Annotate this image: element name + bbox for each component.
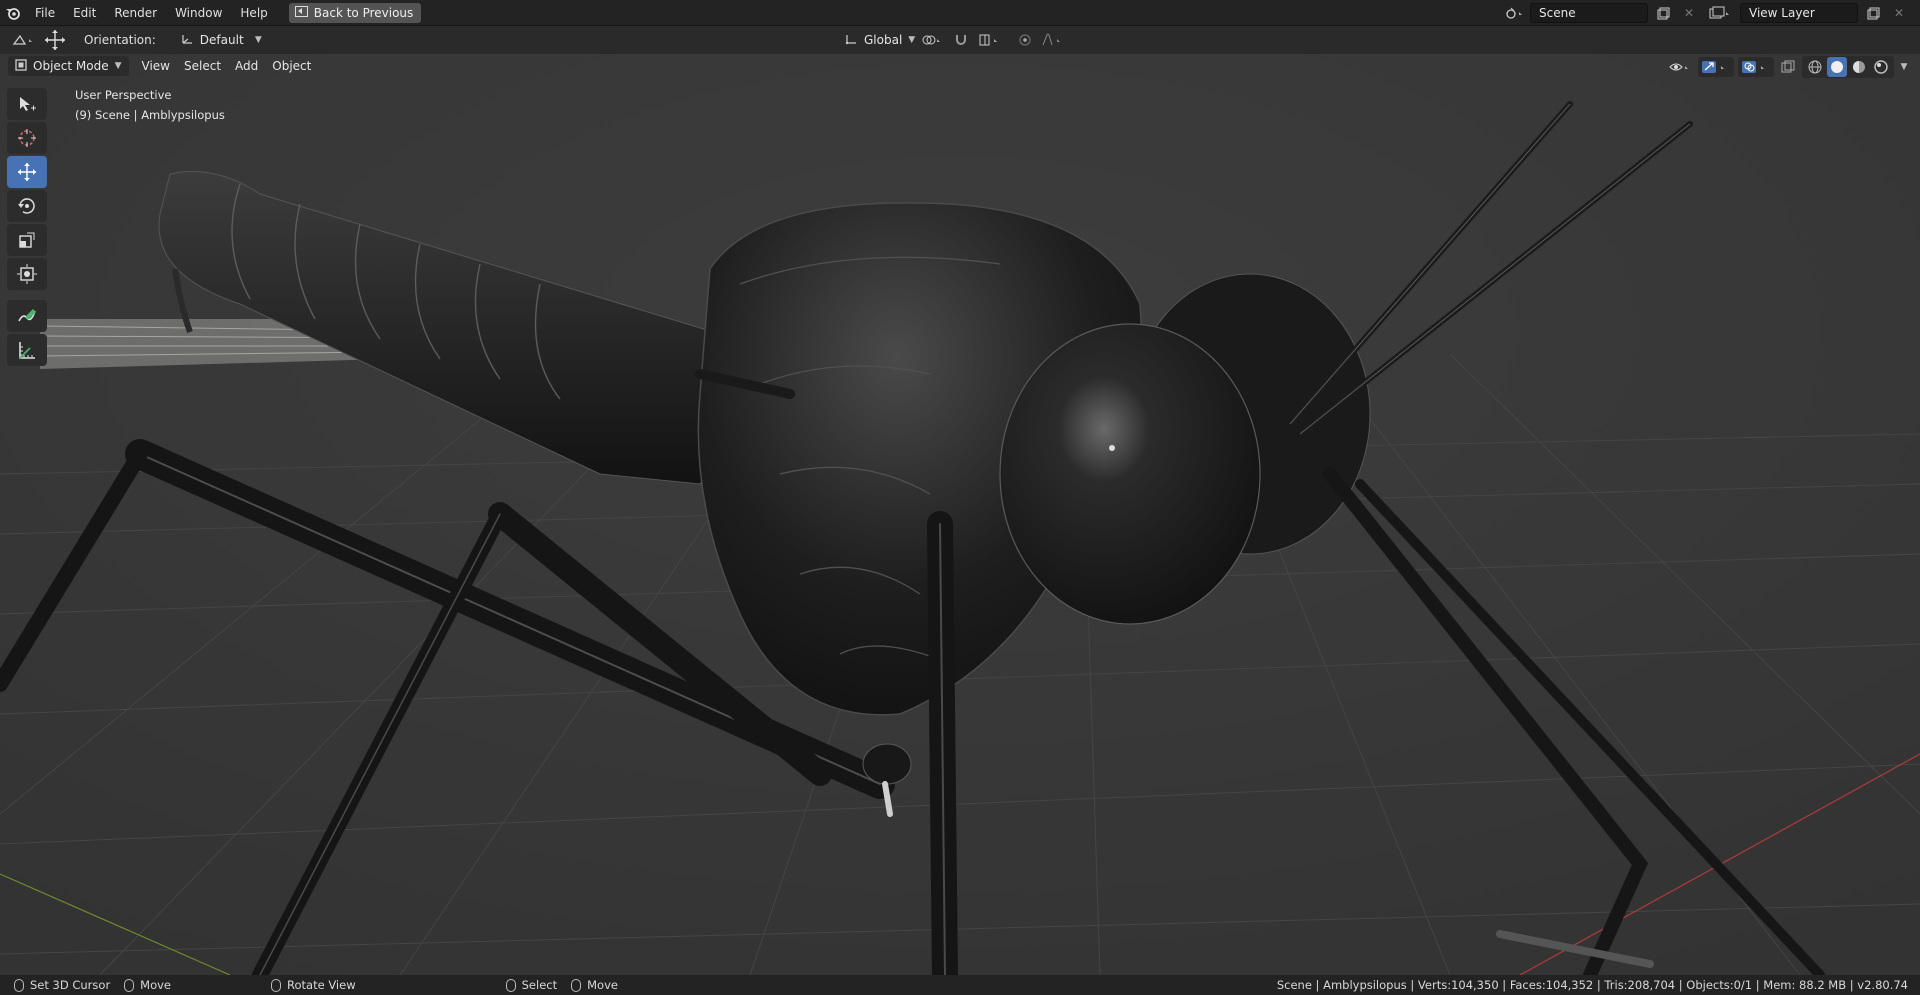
editor-type-icon[interactable] bbox=[8, 30, 40, 50]
menu-file[interactable]: File bbox=[26, 0, 64, 26]
scene-selector-icon[interactable] bbox=[1504, 3, 1526, 23]
workspace-right-controls: Scene ✕ View Layer ✕ bbox=[1504, 0, 1920, 26]
object-mode-label: Object Mode bbox=[33, 59, 109, 73]
menu-help[interactable]: Help bbox=[231, 0, 276, 26]
menu-edit[interactable]: Edit bbox=[64, 0, 105, 26]
measure-tool-icon[interactable] bbox=[7, 334, 47, 366]
status-hint-label: Rotate View bbox=[287, 978, 356, 992]
scale-tool-icon[interactable] bbox=[7, 224, 47, 256]
falloff-icon[interactable] bbox=[1040, 30, 1068, 50]
status-hint-move: Move bbox=[124, 978, 171, 992]
mouse-drag-icon bbox=[124, 978, 135, 992]
mouse-left-icon bbox=[505, 978, 516, 992]
viewport-header: Object Mode ▼ View Select Add Object bbox=[0, 54, 1920, 78]
viewport-perspective-label: User Perspective bbox=[75, 88, 172, 102]
delete-scene-icon[interactable]: ✕ bbox=[1678, 3, 1700, 23]
orientation-dropdown[interactable]: Default ▼ bbox=[171, 30, 270, 50]
status-hint-select: Select bbox=[505, 978, 558, 992]
viewport-menu-object[interactable]: Object bbox=[265, 56, 318, 76]
rotate-tool-icon[interactable] bbox=[7, 190, 47, 222]
transform-orientation-value: Global bbox=[864, 33, 903, 47]
scene-statistics: Scene | Amblypsilopus | Verts:104,350 | … bbox=[1276, 978, 1908, 992]
gizmo-toggle-icon[interactable] bbox=[1698, 57, 1734, 77]
object-mode-icon bbox=[15, 58, 27, 74]
status-hint-set-cursor: Set 3D Cursor bbox=[14, 978, 110, 992]
viewport-scene-label: (9) Scene | Amblypsilopus bbox=[75, 108, 225, 122]
transform-controls: Global ▼ bbox=[836, 30, 1068, 50]
global-axes-icon bbox=[844, 33, 858, 48]
wireframe-shading-icon[interactable] bbox=[1805, 57, 1825, 77]
view-layer-field[interactable]: View Layer bbox=[1740, 3, 1858, 23]
view-layer-selector-icon[interactable] bbox=[1704, 3, 1736, 23]
chevron-down-icon: ▼ bbox=[254, 35, 262, 45]
material-shading-icon[interactable] bbox=[1849, 57, 1869, 77]
pivot-point-icon[interactable] bbox=[918, 30, 946, 50]
move-tool-icon[interactable] bbox=[7, 156, 47, 188]
back-icon bbox=[294, 5, 308, 20]
viewport-scene bbox=[0, 54, 1920, 975]
status-hint-label: Set 3D Cursor bbox=[30, 978, 111, 992]
back-to-previous-label: Back to Previous bbox=[313, 5, 414, 20]
tool-settings-header: Orientation: Default ▼ Global ▼ bbox=[0, 26, 1920, 54]
orientation-value: Default bbox=[199, 33, 244, 47]
shading-options-chevron-icon[interactable]: ▼ bbox=[1898, 57, 1910, 77]
menu-render[interactable]: Render bbox=[105, 0, 166, 26]
transform-tool-icon[interactable] bbox=[7, 258, 47, 290]
transform-orientation-dropdown[interactable]: Global ▼ bbox=[836, 30, 916, 50]
proportional-editing-icon[interactable] bbox=[1014, 30, 1036, 50]
back-to-previous-button[interactable]: Back to Previous bbox=[288, 2, 422, 23]
mouse-left-icon bbox=[14, 978, 24, 992]
compound-eye bbox=[999, 323, 1261, 625]
leg-joint bbox=[862, 743, 912, 785]
viewport-menu-view[interactable]: View bbox=[135, 56, 177, 76]
new-scene-icon[interactable] bbox=[1652, 3, 1674, 23]
status-bar: Set 3D Cursor Move Rotate View Select Mo… bbox=[0, 975, 1920, 995]
overlays-toggle-icon[interactable] bbox=[1738, 57, 1774, 77]
tool-shelf bbox=[7, 88, 47, 366]
shading-mode-group bbox=[1802, 56, 1894, 78]
viewport-shading-controls: ▼ bbox=[1666, 56, 1910, 78]
scene-name-field[interactable]: Scene bbox=[1530, 3, 1648, 23]
visibility-eye-icon[interactable] bbox=[1666, 57, 1694, 77]
eye-highlight bbox=[1109, 445, 1115, 451]
blender-logo-icon[interactable] bbox=[0, 0, 26, 26]
status-hint-rotate-view: Rotate View bbox=[271, 978, 356, 992]
status-hint-move-2: Move bbox=[571, 978, 618, 992]
menu-window[interactable]: Window bbox=[166, 0, 231, 26]
select-box-tool-icon[interactable] bbox=[7, 88, 47, 120]
top-menu-bar: File Edit Render Window Help Back to Pre… bbox=[0, 0, 1920, 26]
mouse-drag-icon bbox=[571, 978, 582, 992]
snap-icon[interactable] bbox=[950, 30, 972, 50]
delete-view-layer-icon[interactable]: ✕ bbox=[1888, 3, 1910, 23]
viewport-menu-add[interactable]: Add bbox=[228, 56, 265, 76]
status-hint-label: Select bbox=[521, 978, 558, 992]
3d-viewport[interactable] bbox=[0, 54, 1920, 975]
new-view-layer-icon[interactable] bbox=[1862, 3, 1884, 23]
object-mode-dropdown[interactable]: Object Mode ▼ bbox=[8, 56, 129, 76]
annotate-tool-icon[interactable] bbox=[7, 300, 47, 332]
viewport-menu-select[interactable]: Select bbox=[177, 56, 228, 76]
chevron-down-icon: ▼ bbox=[908, 35, 916, 45]
snap-target-icon[interactable] bbox=[976, 30, 1004, 50]
toolbar-separator bbox=[7, 292, 47, 298]
cursor-tool-icon[interactable] bbox=[7, 122, 47, 154]
orientation-label: Orientation: bbox=[84, 33, 156, 47]
solid-shading-icon[interactable] bbox=[1827, 57, 1847, 77]
chevron-down-icon: ▼ bbox=[114, 61, 122, 71]
xray-toggle-icon[interactable] bbox=[1778, 57, 1798, 77]
move-tool-icon[interactable] bbox=[40, 30, 70, 50]
orientation-axes-icon bbox=[180, 33, 194, 48]
rendered-shading-icon[interactable] bbox=[1871, 57, 1891, 77]
mouse-middle-icon bbox=[271, 978, 282, 992]
status-hint-label: Move bbox=[587, 978, 618, 992]
status-hint-label: Move bbox=[140, 978, 172, 992]
